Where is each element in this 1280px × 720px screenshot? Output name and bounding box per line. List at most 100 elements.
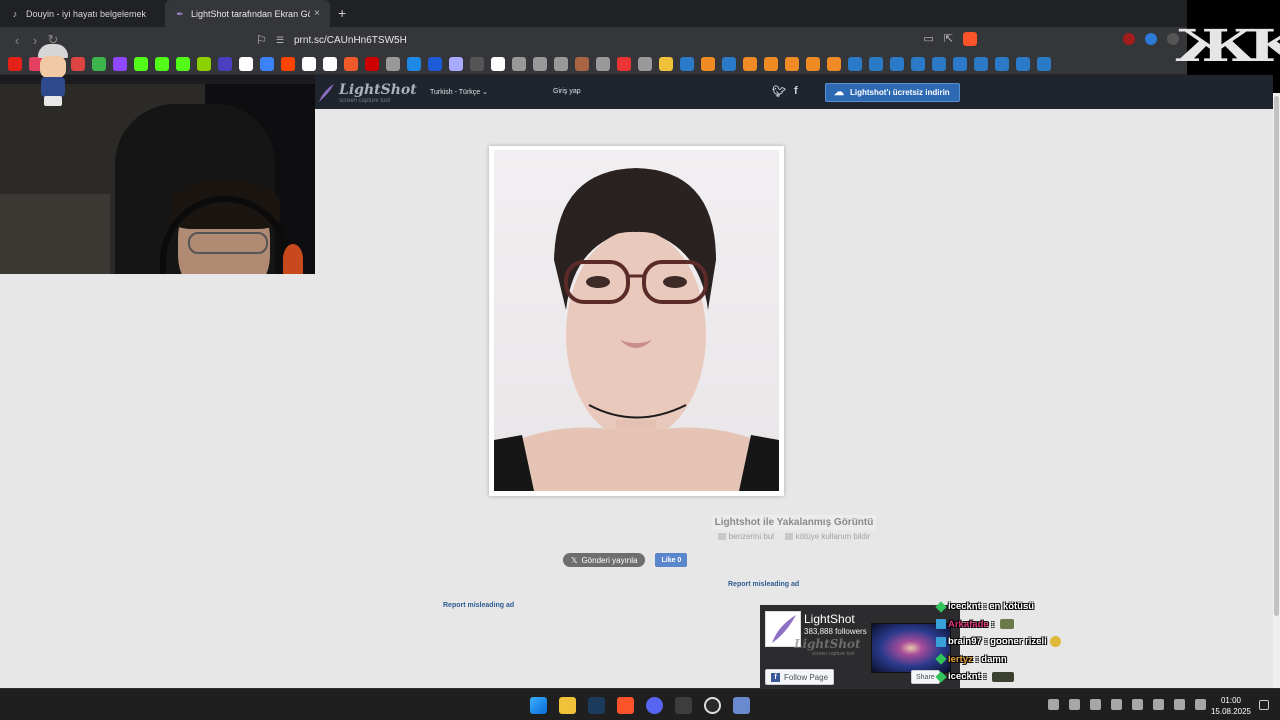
follow-page-button[interactable]: f Follow Page bbox=[765, 669, 835, 685]
steam-tray-icon[interactable] bbox=[1111, 699, 1122, 710]
display-icon[interactable] bbox=[1174, 699, 1185, 710]
bookmark-favicon-icon[interactable] bbox=[428, 56, 442, 71]
bookmark-favicon-icon[interactable] bbox=[323, 56, 337, 71]
bookmark-favicon-icon[interactable] bbox=[386, 56, 400, 71]
system-clock[interactable]: 01:00 15.08.2025 bbox=[1206, 695, 1256, 717]
windows-start-icon[interactable] bbox=[530, 697, 547, 714]
bookmark-favicon-icon[interactable] bbox=[743, 56, 757, 71]
url-text[interactable]: prnt.sc/CAUnHn6TSW5H bbox=[294, 35, 407, 46]
wallet-icon[interactable] bbox=[1145, 33, 1157, 45]
battery-icon[interactable] bbox=[1069, 699, 1080, 710]
tab-douyin[interactable]: ♪ Douyin - iyi hayatı belgelemek bbox=[0, 0, 165, 27]
screenshot-image[interactable] bbox=[494, 150, 779, 491]
bookmark-favicon-icon[interactable] bbox=[470, 56, 484, 71]
bookmark-favicon-icon[interactable] bbox=[260, 56, 274, 71]
speaker-icon[interactable] bbox=[1132, 699, 1143, 710]
shield-icon[interactable] bbox=[1090, 699, 1101, 710]
app-icon[interactable] bbox=[733, 697, 750, 714]
page-scrollbar[interactable] bbox=[1273, 93, 1280, 688]
bookmark-favicon-icon[interactable] bbox=[953, 56, 967, 71]
app-icon[interactable] bbox=[675, 697, 692, 714]
bookmark-icon[interactable]: ⚐ bbox=[256, 33, 276, 47]
fb-like-button[interactable]: Like 0 bbox=[655, 553, 688, 567]
close-tab-icon[interactable]: × bbox=[314, 8, 320, 19]
bookmark-favicon-icon[interactable] bbox=[533, 56, 547, 71]
bookmark-favicon-icon[interactable] bbox=[575, 56, 589, 71]
new-tab-button[interactable]: + bbox=[338, 0, 346, 27]
notification-icon[interactable] bbox=[1259, 700, 1269, 710]
bookmark-favicon-icon[interactable] bbox=[449, 56, 463, 71]
tab-lightshot[interactable]: ✒ LightShot tarafından Ekran Görü × bbox=[165, 0, 330, 27]
twitter-icon[interactable]: 🐦︎ bbox=[772, 85, 786, 98]
volume-icon[interactable] bbox=[1195, 699, 1206, 710]
bookmark-favicon-icon[interactable] bbox=[806, 56, 820, 71]
bookmark-favicon-icon[interactable] bbox=[155, 56, 169, 71]
bookmark-favicon-icon[interactable] bbox=[113, 56, 127, 71]
report-abuse-link[interactable]: kötüye kullanım bildir bbox=[796, 532, 871, 541]
language-select[interactable]: Turkish - Türkçe ⌄ bbox=[430, 88, 488, 96]
scrollbar-thumb[interactable] bbox=[1274, 96, 1279, 616]
bookmark-favicon-icon[interactable] bbox=[218, 56, 232, 71]
obs-icon[interactable] bbox=[704, 697, 721, 714]
bookmark-favicon-icon[interactable] bbox=[1037, 56, 1051, 71]
cast-icon[interactable]: ▭ bbox=[923, 32, 933, 46]
bookmark-favicon-icon[interactable] bbox=[365, 56, 379, 71]
bookmark-favicon-icon[interactable] bbox=[596, 56, 610, 71]
bookmark-favicon-icon[interactable] bbox=[680, 56, 694, 71]
bookmark-favicon-icon[interactable] bbox=[932, 56, 946, 71]
bookmark-favicon-icon[interactable] bbox=[638, 56, 652, 71]
bookmark-favicon-icon[interactable] bbox=[281, 56, 295, 71]
address-actions: ▭ ⇱ bbox=[923, 32, 977, 46]
lightshot-logo[interactable]: LightShot screen capture tool bbox=[317, 81, 417, 107]
brave-shields-icon[interactable] bbox=[963, 32, 977, 46]
chevron-up-icon[interactable] bbox=[1048, 699, 1059, 710]
bookmark-favicon-icon[interactable] bbox=[722, 56, 736, 71]
bookmark-favicon-icon[interactable] bbox=[176, 56, 190, 71]
bookmark-favicon-icon[interactable] bbox=[197, 56, 211, 71]
facebook-icon[interactable]: f bbox=[794, 85, 798, 98]
share-buttons: 𝕏 Gönderi yayınla Like 0 bbox=[563, 553, 688, 567]
bookmark-favicon-icon[interactable] bbox=[764, 56, 778, 71]
file-explorer-icon[interactable] bbox=[559, 697, 576, 714]
bookmark-favicon-icon[interactable] bbox=[302, 56, 316, 71]
bookmark-favicon-icon[interactable] bbox=[659, 56, 673, 71]
bookmark-favicon-icon[interactable] bbox=[134, 56, 148, 71]
steam-icon[interactable] bbox=[588, 697, 605, 714]
url-bar[interactable]: ⚐ ☰ prnt.sc/CAUnHn6TSW5H bbox=[256, 30, 986, 50]
login-link[interactable]: Giriş yap bbox=[553, 88, 581, 95]
tweet-button[interactable]: 𝕏 Gönderi yayınla bbox=[563, 553, 646, 567]
microphone-icon[interactable] bbox=[1153, 699, 1164, 710]
bookmark-favicon-icon[interactable] bbox=[785, 56, 799, 71]
find-similar-link[interactable]: benzerini bul bbox=[729, 532, 774, 541]
bookmark-favicon-icon[interactable] bbox=[911, 56, 925, 71]
bookmark-favicon-icon[interactable] bbox=[239, 56, 253, 71]
brave-icon[interactable] bbox=[617, 697, 634, 714]
bookmark-favicon-icon[interactable] bbox=[974, 56, 988, 71]
bookmark-favicon-icon[interactable] bbox=[344, 56, 358, 71]
bookmark-favicon-icon[interactable] bbox=[827, 56, 841, 71]
back-icon[interactable]: ‹ bbox=[8, 33, 26, 48]
bookmark-favicon-icon[interactable] bbox=[890, 56, 904, 71]
bookmark-favicon-icon[interactable] bbox=[995, 56, 1009, 71]
bookmark-favicon-icon[interactable] bbox=[701, 56, 715, 71]
bookmark-favicon-icon[interactable] bbox=[554, 56, 568, 71]
site-info-icon[interactable]: ☰ bbox=[276, 35, 294, 46]
discord-icon[interactable] bbox=[646, 697, 663, 714]
share-icon[interactable]: ⇱ bbox=[944, 32, 953, 46]
download-button[interactable]: ☁ Lightshot'ı ücretsiz indirin bbox=[825, 83, 960, 102]
page-name[interactable]: LightShot bbox=[804, 612, 855, 626]
bookmark-favicon-icon[interactable] bbox=[617, 56, 631, 71]
bookmark-favicon-icon[interactable] bbox=[869, 56, 883, 71]
bookmark-favicon-icon[interactable] bbox=[407, 56, 421, 71]
bookmark-favicon-icon[interactable] bbox=[1016, 56, 1030, 71]
bookmark-favicon-icon[interactable] bbox=[8, 56, 22, 71]
bookmark-favicon-icon[interactable] bbox=[512, 56, 526, 71]
ublock-icon[interactable] bbox=[1123, 33, 1135, 45]
lightshot-page: LightShot screen capture tool Turkish - … bbox=[315, 75, 1273, 688]
bookmark-favicon-icon[interactable] bbox=[491, 56, 505, 71]
report-ad-link-secondary[interactable]: Report misleading ad bbox=[443, 602, 514, 609]
bookmark-favicon-icon[interactable] bbox=[92, 56, 106, 71]
brand-name: LightShot bbox=[339, 82, 417, 98]
bookmark-favicon-icon[interactable] bbox=[848, 56, 862, 71]
report-ad-link[interactable]: Report misleading ad bbox=[728, 581, 799, 588]
